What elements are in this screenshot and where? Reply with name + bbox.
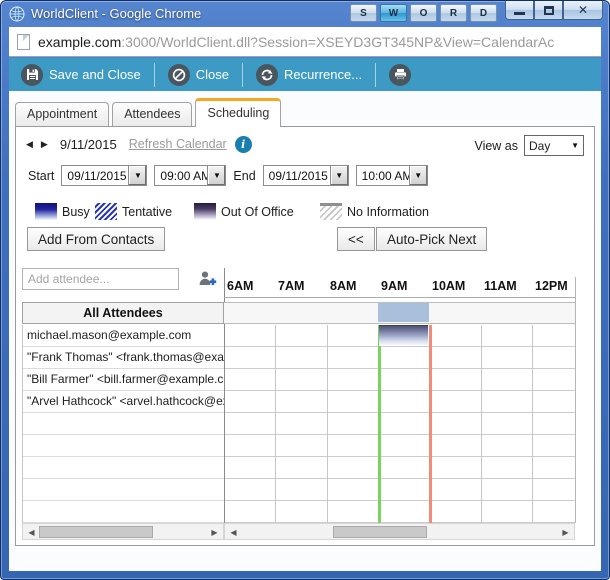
hour-label: 8AM: [330, 279, 356, 293]
scheduler-grid: All Attendees michael.mason@example.com"…: [16, 127, 594, 545]
empty-attendee-row: [23, 435, 224, 457]
recurrence-label: Recurrence...: [284, 67, 362, 82]
toolbar: Save and Close Close Recurrence...: [9, 58, 601, 91]
grid-row: [224, 479, 575, 501]
worldclient-globe-icon: [9, 6, 25, 22]
close-button[interactable]: Close: [168, 64, 229, 86]
hour-label: 10AM: [432, 279, 465, 293]
all-attendees-busy-block: [378, 303, 429, 322]
empty-attendee-row: [23, 413, 224, 435]
scroll-right-icon[interactable]: ▶: [559, 526, 572, 539]
print-icon: [389, 64, 411, 86]
save-icon: [21, 64, 43, 86]
hour-label: 7AM: [278, 279, 304, 293]
url-path: :3000/WorldClient.dll?Session=XSEYD3GT34…: [121, 34, 554, 50]
hour-gridline: [275, 325, 276, 523]
grid-row: [224, 413, 575, 435]
close-icon: ✕: [578, 3, 588, 17]
empty-attendee-row: [23, 501, 224, 523]
tag-button-o[interactable]: O: [410, 4, 437, 22]
appointment-editor: Appointment Attendees Scheduling ◀ ▶ 9/1…: [9, 91, 601, 571]
tab-strip: Appointment Attendees Scheduling: [15, 98, 601, 126]
tag-button-r[interactable]: R: [440, 4, 467, 22]
attendee-row: "Frank Thomas" <frank.thomas@example.com…: [23, 347, 224, 369]
hour-gridline: [327, 325, 328, 523]
close-window-button[interactable]: ✕: [563, 1, 603, 20]
scroll-right-icon[interactable]: ▶: [208, 526, 221, 539]
tag-button-s[interactable]: S: [350, 4, 377, 22]
toolbar-separator: [154, 63, 155, 87]
tag-button-w[interactable]: W: [380, 4, 407, 22]
url-host: example.com: [38, 34, 121, 50]
maximize-icon: [544, 6, 554, 15]
empty-attendee-row: [23, 479, 224, 501]
toolbar-separator: [242, 63, 243, 87]
grid-scrollbar[interactable]: ◀ ▶: [224, 523, 575, 540]
save-and-close-label: Save and Close: [49, 67, 141, 82]
caption-buttons: ✕: [505, 1, 603, 20]
grid-row: [224, 457, 575, 479]
empty-attendee-row: [23, 457, 224, 479]
window-title: WorldClient - Google Chrome: [31, 6, 201, 21]
busy-block: [379, 325, 428, 346]
recurrence-icon: [256, 64, 278, 86]
grid-row: [224, 391, 575, 413]
print-button[interactable]: [389, 64, 411, 86]
page-icon: [17, 34, 30, 50]
hour-label: 6AM: [227, 279, 253, 293]
tab-attendees[interactable]: Attendees: [112, 102, 192, 126]
hour-gridline: [532, 325, 533, 523]
scroll-left-icon[interactable]: ◀: [25, 526, 38, 539]
grid-row: [224, 347, 575, 369]
save-and-close-button[interactable]: Save and Close: [21, 64, 141, 86]
attendee-row: "Bill Farmer" <bill.farmer@example.com>: [23, 369, 224, 391]
tag-button-d[interactable]: D: [470, 4, 497, 22]
hour-label: 12PM: [535, 279, 568, 293]
add-attendee-input[interactable]: [22, 268, 179, 290]
grid-row: [224, 501, 575, 523]
attendee-list: michael.mason@example.com"Frank Thomas" …: [22, 325, 224, 523]
page-client-area: Save and Close Close Recurrence...: [9, 58, 601, 571]
grid-row: [224, 369, 575, 391]
tag-buttons: S W O R D: [350, 4, 497, 22]
browser-window: WorldClient - Google Chrome S W O R D ✕ …: [0, 0, 610, 580]
attendee-row: "Arvel Hathcock" <arvel.hathcock@example…: [23, 391, 224, 413]
hour-label: 11AM: [484, 279, 517, 293]
scrollbar-thumb[interactable]: [333, 526, 427, 538]
scrollbar-thumb[interactable]: [39, 526, 153, 538]
attendee-list-scrollbar[interactable]: ◀ ▶: [22, 523, 224, 540]
attendee-row: michael.mason@example.com: [23, 325, 224, 347]
minimize-button[interactable]: [505, 1, 534, 20]
hour-header-underline: [224, 297, 575, 298]
grid-row: [224, 435, 575, 457]
recurrence-button[interactable]: Recurrence...: [256, 64, 362, 86]
scroll-left-icon[interactable]: ◀: [227, 526, 240, 539]
hour-gridline: [481, 325, 482, 523]
title-bar: WorldClient - Google Chrome S W O R D ✕: [1, 1, 609, 26]
cancel-icon: [168, 64, 190, 86]
grid-right-border: [575, 277, 576, 523]
grid-rows: [224, 325, 575, 523]
selection-end-line: [429, 325, 432, 523]
toolbar-separator: [375, 63, 376, 87]
tab-appointment[interactable]: Appointment: [15, 102, 109, 126]
close-label: Close: [196, 67, 229, 82]
url-text[interactable]: example.com:3000/WorldClient.dll?Session…: [38, 34, 554, 50]
scheduling-panel: ◀ ▶ 9/11/2015 Refresh Calendar i View as…: [15, 126, 595, 546]
maximize-button[interactable]: [534, 1, 563, 20]
tab-scheduling[interactable]: Scheduling: [195, 98, 281, 127]
hour-label: 9AM: [381, 279, 407, 293]
all-attendees-cell: All Attendees: [22, 302, 224, 324]
selection-start-line: [378, 325, 381, 523]
address-bar[interactable]: example.com:3000/WorldClient.dll?Session…: [9, 27, 601, 57]
add-person-icon[interactable]: [197, 269, 217, 289]
minimize-icon: [514, 12, 525, 15]
